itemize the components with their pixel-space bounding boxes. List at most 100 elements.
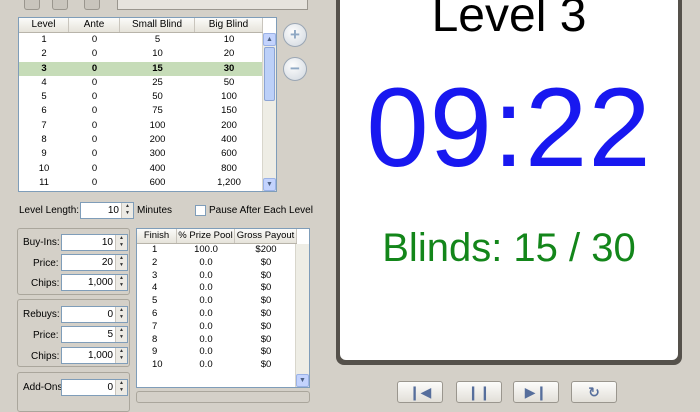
payouts-footer-field[interactable] [136, 391, 310, 403]
addons-value: 0 [107, 382, 113, 393]
buyins-price-stepper[interactable]: 20 ▲ ▼ [61, 254, 128, 271]
table-cell: 0 [91, 76, 98, 88]
table-cell: 10 [152, 48, 163, 60]
buyins-chips-stepper[interactable]: 1,000 ▲ ▼ [61, 274, 128, 291]
table-row[interactable]: 4 0 25 50 [19, 76, 263, 90]
pause-after-level-checkbox[interactable] [195, 205, 206, 216]
table-cell: 5 [41, 91, 47, 103]
rebuys-price-arrows[interactable]: ▲ ▼ [115, 327, 127, 342]
table-cell: $0 [260, 333, 272, 345]
rebuys-arrows[interactable]: ▲ ▼ [115, 307, 127, 322]
next-level-icon: ▶❙ [524, 384, 548, 400]
payouts-scrollbar[interactable]: ▼ [295, 244, 309, 387]
levels-table[interactable]: Level Ante Small Blind Big Blind 1 0 5 10 2 0… [18, 17, 277, 192]
level-length-arrows[interactable]: ▲ ▼ [121, 203, 133, 218]
scroll-down-button[interactable]: ▼ [263, 178, 276, 191]
rebuys-chips-arrows[interactable]: ▲ ▼ [115, 348, 127, 363]
rebuys-chips-stepper[interactable]: 1,000 ▲ ▼ [61, 347, 128, 364]
remove-level-button[interactable]: − [283, 57, 307, 81]
table-cell: $0 [260, 359, 272, 371]
table-row[interactable]: 1201,0002,000 [19, 190, 263, 191]
column-header-small-blind[interactable]: Small Blind [120, 18, 195, 32]
buyins-chips-value: 1,000 [87, 277, 113, 288]
buyins-label: Buy-Ins: [23, 237, 60, 248]
column-header-prize-pool[interactable]: % Prize Pool [177, 229, 235, 243]
table-cell: 0.0 [199, 307, 213, 319]
table-row[interactable]: 8 0.0 $0 [137, 334, 297, 347]
table-cell: 3 [152, 269, 158, 281]
table-cell: 1 [41, 34, 47, 45]
table-cell: 100.0 [194, 244, 218, 255]
rebuys-stepper[interactable]: 0 ▲ ▼ [61, 306, 128, 323]
table-cell: 0 [91, 91, 98, 103]
table-cell: 150 [221, 105, 237, 117]
table-row[interactable]: 2 0 10 20 [19, 47, 263, 61]
buyins-price-value: 20 [101, 257, 113, 268]
table-cell: 15 [152, 62, 163, 74]
table-row[interactable]: 10 0.0 $0 [137, 359, 297, 372]
table-cell: 5 [154, 34, 161, 45]
tournament-name-field[interactable] [117, 0, 308, 10]
level-length-unit: Minutes [137, 205, 173, 216]
column-header-ante[interactable]: Ante [69, 18, 120, 32]
table-cell: 0 [91, 119, 98, 131]
level-length-stepper[interactable]: 10 ▲ ▼ [80, 202, 134, 219]
table-row[interactable]: 10 0 400 800 [19, 162, 263, 176]
table-cell: 600 [221, 148, 237, 160]
table-cell: $0 [260, 269, 272, 281]
clock-display-frame: Level 3 09:22 Blinds: 15 / 30 [336, 0, 682, 365]
buyins-chips-arrows[interactable]: ▲ ▼ [115, 275, 127, 290]
table-row[interactable]: 1 100.0 $200 [137, 244, 297, 257]
table-cell: $0 [260, 256, 272, 268]
buyins-arrows[interactable]: ▲ ▼ [115, 235, 127, 250]
column-header-finish[interactable]: Finish [137, 229, 177, 243]
scroll-up-button[interactable]: ▲ [263, 33, 276, 46]
table-row[interactable]: 2 0.0 $0 [137, 257, 297, 270]
table-row[interactable]: 1 0 5 10 [19, 33, 263, 47]
addons-label: Add-Ons: [23, 382, 66, 393]
table-cell: 0.0 [199, 295, 213, 307]
rebuys-price-label: Price: [33, 330, 59, 341]
table-row[interactable]: 5 0.0 $0 [137, 295, 297, 308]
add-level-button[interactable]: + [283, 23, 307, 47]
addons-stepper[interactable]: 0 ▲ ▼ [61, 379, 128, 396]
table-row[interactable]: 3 0.0 $0 [137, 270, 297, 283]
table-cell: 200 [221, 119, 237, 131]
addons-group: Add-Ons: 0 ▲ ▼ [17, 372, 130, 412]
scroll-thumb[interactable] [264, 47, 275, 101]
table-row[interactable]: 7 0 100 200 [19, 119, 263, 133]
payouts-scroll-down-button[interactable]: ▼ [296, 374, 309, 387]
buyins-price-arrows[interactable]: ▲ ▼ [115, 255, 127, 270]
buyins-value: 10 [101, 237, 113, 248]
rebuys-price-stepper[interactable]: 5 ▲ ▼ [61, 326, 128, 343]
table-cell: 0 [91, 34, 98, 45]
table-row[interactable]: 9 0 300 600 [19, 147, 263, 161]
table-cell: $0 [260, 295, 272, 307]
column-header-level[interactable]: Level [19, 18, 69, 32]
new-icon[interactable] [24, 0, 40, 10]
table-cell: 4 [41, 76, 47, 88]
column-header-gross-payout[interactable]: Gross Payout [235, 229, 297, 243]
payouts-table-header: Finish % Prize Pool Gross Payout [137, 229, 297, 244]
table-row[interactable]: 4 0.0 $0 [137, 282, 297, 295]
table-cell: 0 [91, 176, 98, 188]
buyins-stepper[interactable]: 10 ▲ ▼ [61, 234, 128, 251]
table-row[interactable]: 6 0 75 150 [19, 104, 263, 118]
table-row[interactable]: 5 0 50 100 [19, 90, 263, 104]
column-header-big-blind[interactable]: Big Blind [195, 18, 263, 32]
table-row[interactable]: 8 0 200 400 [19, 133, 263, 147]
table-row[interactable]: 7 0.0 $0 [137, 321, 297, 334]
current-blinds-text: Blinds: 15 / 30 [382, 226, 636, 270]
open-icon[interactable] [52, 0, 68, 10]
addons-arrows[interactable]: ▲ ▼ [115, 380, 127, 395]
current-level-text: Level 3 [431, 0, 587, 42]
table-row[interactable]: 3 0 15 30 [19, 61, 263, 76]
rebuys-price-value: 5 [107, 329, 113, 340]
table-cell: 0 [91, 105, 98, 117]
levels-scrollbar[interactable]: ▲ ▼ [262, 33, 276, 191]
table-row[interactable]: 9 0.0 $0 [137, 346, 297, 359]
save-icon[interactable] [84, 0, 100, 10]
payouts-table[interactable]: Finish % Prize Pool Gross Payout 1 100.0 $… [136, 228, 310, 388]
table-row[interactable]: 11 0 600 1,200 [19, 176, 263, 190]
table-row[interactable]: 6 0.0 $0 [137, 308, 297, 321]
